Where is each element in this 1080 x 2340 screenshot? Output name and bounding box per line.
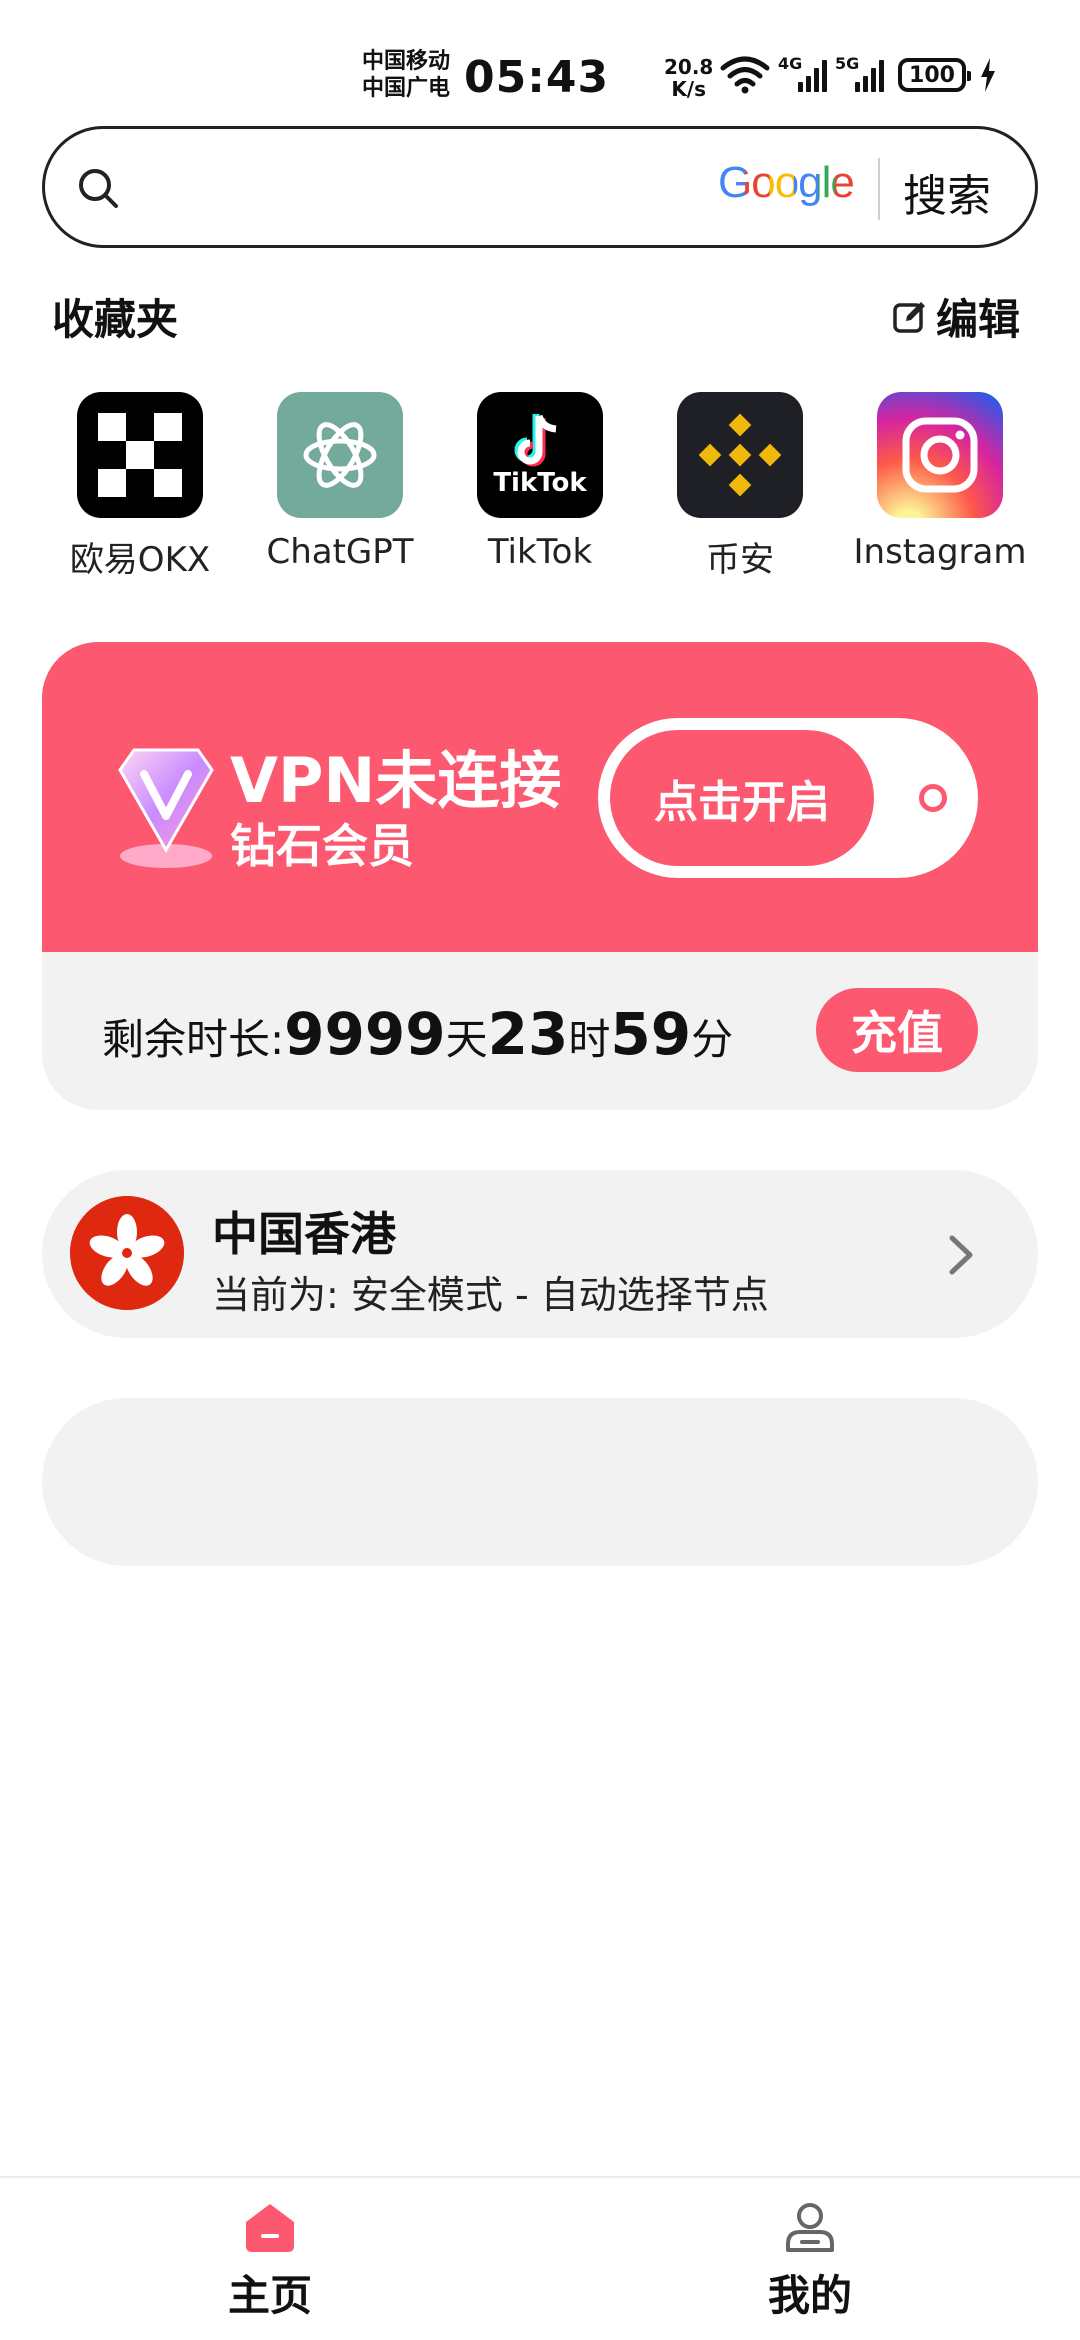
search-input[interactable] — [140, 150, 704, 224]
signal-4g-icon: 4G — [778, 54, 827, 92]
favorite-label: TikTok — [487, 532, 593, 572]
tiktok-icon: TikTok — [477, 392, 603, 518]
favorite-label: 币安 — [706, 540, 774, 580]
network-speed-unit: K/s — [671, 77, 707, 101]
charging-icon — [981, 58, 995, 92]
search-button[interactable]: 搜索 — [903, 160, 991, 224]
status-time: 05:43 — [464, 52, 610, 103]
carrier-2: 中国广电 — [362, 76, 451, 101]
favorite-tiktok[interactable]: TikTok TikTok — [440, 392, 640, 581]
favorite-label: 欧易OKX — [69, 540, 211, 580]
hours-unit: 时 — [568, 1015, 611, 1064]
remaining-days: 9999 — [284, 1000, 446, 1068]
favorite-instagram[interactable]: Instagram — [840, 392, 1040, 581]
vpn-connect-button[interactable]: 点击开启 — [610, 730, 874, 866]
minutes-unit: 分 — [691, 1015, 734, 1064]
signal-5g-icon: 5G — [835, 54, 884, 92]
network-5g-label: 5G — [835, 54, 860, 73]
node-mode: 当前为: 安全模式 - 自动选择节点 — [212, 1273, 769, 1317]
recharge-button[interactable]: 充值 — [816, 988, 978, 1072]
edit-icon — [893, 301, 925, 333]
favorite-chatgpt[interactable]: ChatGPT — [240, 392, 440, 581]
wifi-icon — [720, 56, 770, 94]
chevron-right-icon — [949, 1235, 973, 1275]
hong-kong-flag-icon — [70, 1196, 184, 1310]
vpn-status-panel: VPN未连接 钻石会员 点击开启 — [42, 642, 1038, 952]
nav-home-label: 主页 — [227, 2271, 312, 2320]
tiktok-wordmark: TikTok — [493, 468, 587, 498]
favorites-title: 收藏夹 — [52, 295, 179, 344]
carrier-names: 中国移动 中国广电 — [362, 48, 450, 102]
empty-card — [42, 1398, 1038, 1566]
nav-me[interactable]: 我的 — [710, 2200, 910, 2323]
network-speed: 20.8 K/s — [664, 56, 713, 100]
network-4g-label: 4G — [778, 54, 803, 73]
favorite-binance[interactable]: 币安 — [640, 392, 840, 581]
vpn-status-text: VPN未连接 — [230, 744, 562, 817]
battery-level: 100 — [909, 62, 955, 88]
vpn-card: VPN未连接 钻石会员 点击开启 剩余时长: 9999 天 23 时 59 分 … — [42, 642, 1038, 1110]
chatgpt-icon — [277, 392, 403, 518]
nav-home[interactable]: 主页 — [170, 2200, 370, 2323]
favorite-label: Instagram — [853, 532, 1027, 572]
nav-me-label: 我的 — [767, 2271, 852, 2320]
remaining-hours: 23 — [487, 1000, 569, 1068]
carrier-1: 中国移动 — [362, 49, 451, 74]
network-speed-value: 20.8 — [664, 55, 714, 79]
edit-label: 编辑 — [936, 295, 1021, 344]
edit-favorites-button[interactable]: 编辑 — [892, 286, 1020, 347]
diamond-badge-icon — [118, 748, 214, 868]
search-divider — [878, 158, 880, 220]
battery-icon: 100 — [898, 58, 971, 92]
remaining-minutes: 59 — [610, 1000, 692, 1068]
home-icon — [246, 2204, 294, 2252]
remaining-time: 剩余时长: 9999 天 23 时 59 分 — [102, 1000, 733, 1068]
okx-icon — [77, 392, 203, 518]
vpn-connect-toggle[interactable]: 点击开启 — [598, 718, 978, 878]
node-region: 中国香港 — [212, 1207, 396, 1261]
days-unit: 天 — [445, 1015, 488, 1064]
bottom-nav-divider — [0, 2176, 1080, 2178]
status-icons: 4G 5G 100 — [720, 54, 996, 94]
remaining-label: 剩余时长: — [102, 1015, 285, 1064]
google-logo: Google — [718, 158, 855, 207]
favorites-list: 欧易OKX ChatGPT TikTok TikTok 币安 Instagram — [40, 392, 1040, 581]
profile-icon — [786, 2203, 834, 2252]
membership-level: 钻石会员 — [230, 819, 414, 873]
toggle-indicator-icon — [919, 784, 947, 812]
favorite-label: ChatGPT — [266, 532, 414, 572]
favorite-okx[interactable]: 欧易OKX — [40, 392, 240, 581]
search-icon — [79, 169, 118, 208]
instagram-icon — [877, 392, 1003, 518]
binance-icon — [677, 392, 803, 518]
